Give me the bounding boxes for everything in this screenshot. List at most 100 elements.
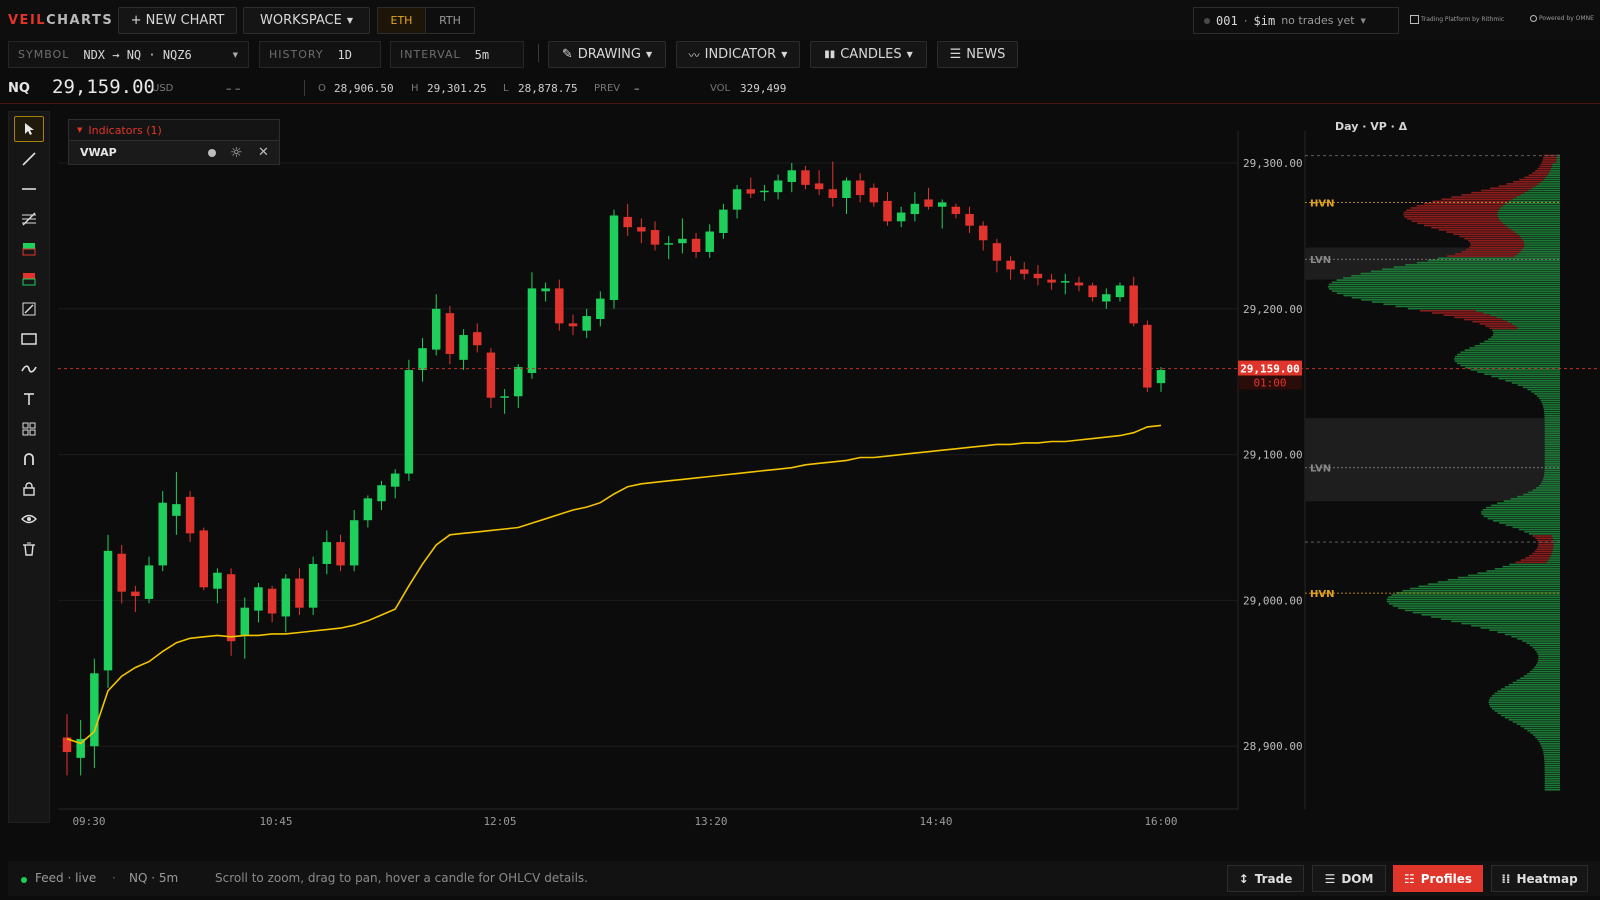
settings-icon[interactable]: ☼	[230, 145, 243, 161]
profile-row-sell	[1519, 178, 1544, 181]
profile-row-buy	[1544, 775, 1560, 778]
time-tick-label: 12:05	[483, 815, 516, 828]
caret-down-icon: ▼	[906, 50, 913, 59]
symbol-selector[interactable]: SYMBOL NDX → NQ · NQZ6 ▼	[8, 41, 249, 68]
profile-row-buy	[1488, 699, 1560, 701]
profile-row-buy	[1536, 664, 1560, 666]
profile-row-buy	[1526, 642, 1560, 645]
profile-row-sell	[1535, 170, 1551, 172]
profile-row-sell	[1472, 320, 1508, 323]
profiles-button[interactable]: ☷ Profiles	[1393, 865, 1483, 892]
trade-icon: ↕	[1238, 871, 1249, 886]
profile-row-buy	[1454, 355, 1560, 358]
profile-row-buy	[1544, 417, 1560, 419]
profile-row-buy	[1543, 408, 1560, 411]
profile-row-buy	[1511, 635, 1560, 638]
profile-row-buy	[1556, 156, 1560, 159]
chart-toolbar: SYMBOL NDX → NQ · NQZ6 ▼ HISTORY 1D INTE…	[0, 40, 1600, 70]
profile-row-sell	[1451, 196, 1517, 198]
candle-body	[1088, 285, 1097, 298]
app-logo[interactable]: VEILCHARTS	[8, 13, 113, 28]
profile-row-buy	[1456, 362, 1560, 365]
profile-row-buy	[1552, 163, 1560, 166]
profile-row-sell	[1411, 220, 1501, 222]
candle-body	[801, 170, 810, 185]
indicator-item[interactable]: VWAP ☼ ✕	[68, 141, 280, 165]
candle-body	[131, 591, 140, 597]
profile-row-buy	[1509, 563, 1560, 566]
profile-row-buy	[1511, 323, 1560, 325]
candle-body	[1033, 273, 1043, 279]
profile-row-buy	[1331, 281, 1560, 284]
profile-row-buy	[1544, 443, 1560, 445]
profile-row-buy	[1491, 375, 1560, 378]
profile-row-sell	[1443, 314, 1491, 316]
candle-body	[1006, 260, 1015, 270]
profile-row-sell	[1432, 312, 1484, 314]
candle-body	[308, 563, 318, 608]
profile-row-sell	[1485, 325, 1516, 327]
candles-button[interactable]: ▮▮ CANDLES ▼	[810, 41, 927, 68]
profile-row-buy	[1476, 309, 1560, 312]
new-chart-button[interactable]: + NEW CHART	[118, 7, 237, 34]
profile-row-buy	[1547, 174, 1560, 176]
history-selector[interactable]: HISTORY 1D	[259, 41, 381, 68]
profile-row-buy	[1538, 657, 1560, 660]
dom-button[interactable]: ☰ DOM	[1312, 865, 1386, 892]
open-value: 28,906.50	[334, 82, 394, 95]
profile-row-buy	[1518, 528, 1560, 531]
profile-row-buy	[1360, 272, 1560, 275]
close-icon[interactable]: ✕	[258, 145, 269, 160]
profile-row-buy	[1497, 213, 1560, 216]
symbol-label: SYMBOL	[18, 48, 70, 61]
profile-row-buy	[1553, 543, 1560, 546]
visibility-dot-icon[interactable]	[208, 148, 216, 157]
candle-body	[390, 473, 400, 487]
profile-row-buy	[1328, 283, 1560, 286]
profile-row-buy	[1529, 644, 1560, 647]
chevron-down-icon: ▼	[1360, 16, 1366, 25]
trade-button[interactable]: ↕ Trade	[1227, 865, 1304, 892]
candle-body	[213, 572, 222, 589]
workspace-button[interactable]: WORKSPACE ▼	[243, 7, 370, 34]
news-button[interactable]: ☰ NEWS	[937, 41, 1018, 68]
heatmap-button[interactable]: ⁞⁞ Heatmap	[1491, 865, 1588, 892]
profile-row-buy	[1460, 364, 1560, 367]
profile-row-buy	[1528, 189, 1560, 192]
profile-row-sell	[1453, 233, 1518, 236]
account-selector[interactable]: 001 · $im no trades yet ▼	[1193, 7, 1399, 34]
high-value: 29,301.25	[427, 82, 487, 95]
profile-row-buy	[1370, 270, 1560, 273]
profile-row-buy	[1520, 725, 1560, 728]
account-type: $im	[1253, 13, 1276, 28]
candle-body	[1156, 370, 1166, 384]
candle-body	[992, 243, 1002, 261]
profile-row-buy	[1454, 358, 1560, 360]
profile-row-buy	[1544, 773, 1560, 776]
profile-row-buy	[1402, 589, 1560, 592]
profile-row-buy	[1504, 633, 1560, 636]
profile-row-sell	[1542, 159, 1557, 161]
profile-row-buy	[1550, 170, 1560, 172]
profile-row-buy	[1361, 299, 1560, 301]
interval-selector[interactable]: INTERVAL 5m	[390, 41, 524, 68]
profile-row-buy	[1550, 554, 1560, 557]
dom-label: DOM	[1341, 871, 1374, 886]
rithmic-brand-text: Trading Platform by Rithmic	[1421, 16, 1505, 23]
candle-body	[514, 367, 523, 397]
feed-instrument: NQ · 5m	[129, 871, 179, 885]
profile-row-sell	[1537, 546, 1554, 548]
profile-row-buy	[1534, 666, 1560, 669]
profile-row-buy	[1544, 767, 1560, 769]
indicators-header[interactable]: ▼ Indicators (1)	[68, 119, 280, 141]
caret-down-icon: ▼	[346, 16, 353, 25]
drawing-button[interactable]: ✎ DRAWING ▼	[548, 41, 666, 68]
session-eth-button[interactable]: ETH	[378, 8, 426, 33]
session-rth-button[interactable]: RTH	[426, 8, 474, 33]
profile-row-buy	[1543, 476, 1560, 478]
indicator-button[interactable]: 〰 INDICATOR ▼	[676, 41, 800, 68]
profile-row-sell	[1490, 187, 1533, 190]
profile-row-buy	[1490, 705, 1560, 708]
price-chart[interactable]: HVN LVN LVN HVN 29,300.00 29,200.00 29,100.00…	[0, 104, 1600, 864]
profile-row-buy	[1451, 620, 1560, 623]
